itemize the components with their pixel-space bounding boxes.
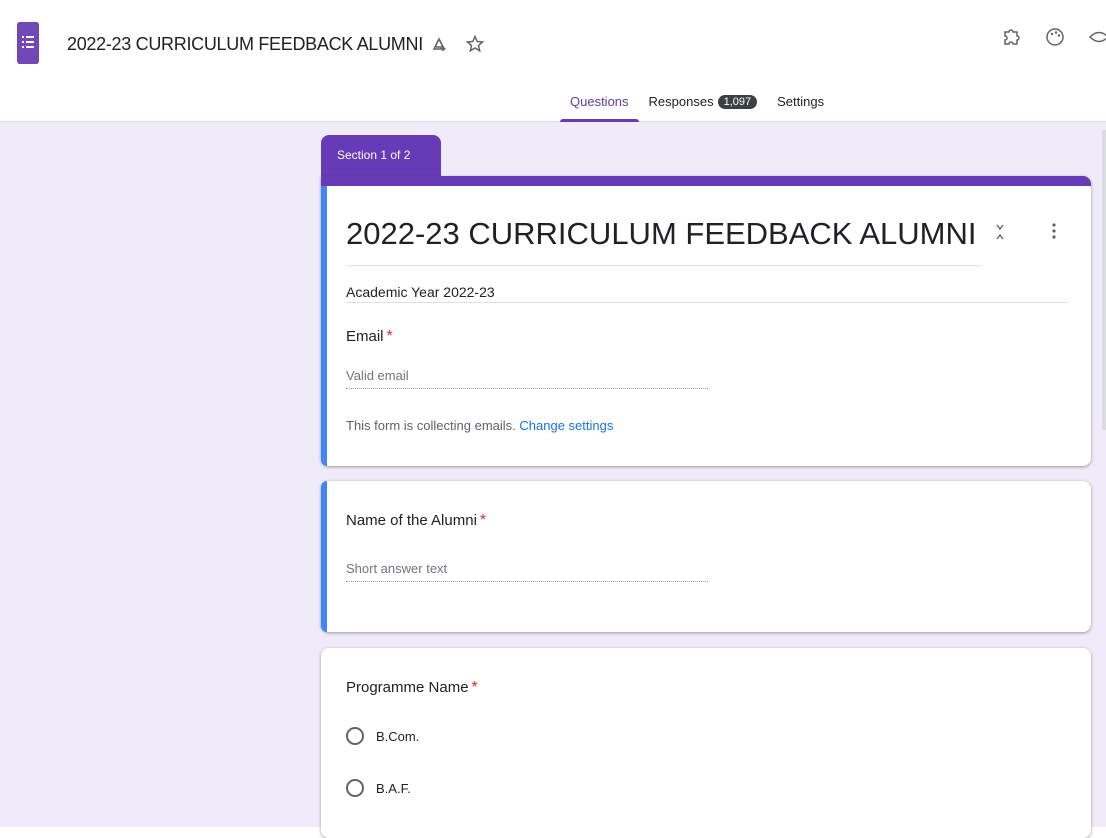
- question-card-name[interactable]: Name of the Alumni * Short answer text: [321, 481, 1091, 632]
- question-card-programme[interactable]: Programme Name * B.Com. B.A.F.: [321, 648, 1091, 838]
- short-answer-dotted-line: [346, 581, 708, 582]
- form-header-card[interactable]: 2022-23 CURRICULUM FEEDBACK ALUMNI Acade…: [321, 176, 1091, 466]
- active-card-indicator: [321, 186, 327, 466]
- tab-responses[interactable]: Responses 1,097: [639, 90, 768, 122]
- collapse-icon[interactable]: [994, 222, 1006, 242]
- short-answer-hint: Short answer text: [346, 561, 448, 576]
- card-focus-indicator: [321, 481, 327, 632]
- title-underline: [346, 265, 982, 266]
- email-label: Email: [346, 328, 384, 345]
- required-asterisk: *: [479, 512, 487, 529]
- description-underline: [346, 302, 1068, 303]
- star-icon[interactable]: [464, 33, 486, 55]
- email-placeholder: Valid email: [346, 368, 409, 383]
- change-settings-link[interactable]: Change settings: [519, 418, 613, 433]
- forms-app-icon[interactable]: [17, 22, 39, 64]
- radio-option[interactable]: B.A.F.: [346, 779, 411, 797]
- tab-responses-label: Responses: [648, 94, 714, 109]
- question-label: Name of the Alumni: [346, 512, 477, 529]
- document-title[interactable]: 2022-23 CURRICULUM FEEDBACK ALUMNI: [67, 34, 423, 55]
- radio-option-label: B.A.F.: [376, 780, 411, 796]
- email-placeholder-field: Valid email: [346, 368, 708, 389]
- tab-questions[interactable]: Questions: [560, 90, 639, 122]
- question-title: Programme Name *: [346, 679, 478, 697]
- tab-questions-label: Questions: [570, 94, 629, 109]
- form-description[interactable]: Academic Year 2022-23: [346, 284, 495, 300]
- radio-option-label: B.Com.: [376, 728, 420, 744]
- email-question: Email *: [346, 328, 393, 346]
- palette-icon[interactable]: [1044, 26, 1066, 48]
- notice-text: This form is collecting emails.: [346, 418, 516, 433]
- required-asterisk: *: [471, 679, 478, 696]
- form-tabs: Questions Responses 1,097 Settings: [560, 90, 834, 122]
- add-to-drive-icon[interactable]: [428, 33, 450, 55]
- radio-circle-icon[interactable]: [346, 779, 364, 797]
- right-scrollbar[interactable]: [1102, 130, 1106, 430]
- question-title: Name of the Alumni *: [346, 512, 486, 530]
- email-collection-notice: This form is collecting emails. Change s…: [346, 418, 613, 433]
- required-asterisk: *: [386, 328, 393, 345]
- responses-count-badge: 1,097: [717, 95, 758, 109]
- section-label: Section 1 of 2: [321, 135, 441, 177]
- email-dotted-line: [346, 388, 708, 389]
- top-bar: 2022-23 CURRICULUM FEEDBACK ALUMNI Quest…: [0, 0, 1106, 122]
- preview-eye-icon[interactable]: [1088, 26, 1106, 48]
- puzzle-addon-icon[interactable]: [1000, 26, 1022, 48]
- tab-settings-label: Settings: [777, 94, 825, 109]
- question-label: Programme Name: [346, 679, 469, 696]
- tab-settings[interactable]: Settings: [767, 90, 834, 122]
- radio-option[interactable]: B.Com.: [346, 727, 419, 745]
- form-title[interactable]: 2022-23 CURRICULUM FEEDBACK ALUMNI: [346, 216, 977, 252]
- short-answer-field: Short answer text: [346, 561, 708, 582]
- more-vert-icon[interactable]: [1051, 222, 1057, 245]
- radio-circle-icon[interactable]: [346, 727, 364, 745]
